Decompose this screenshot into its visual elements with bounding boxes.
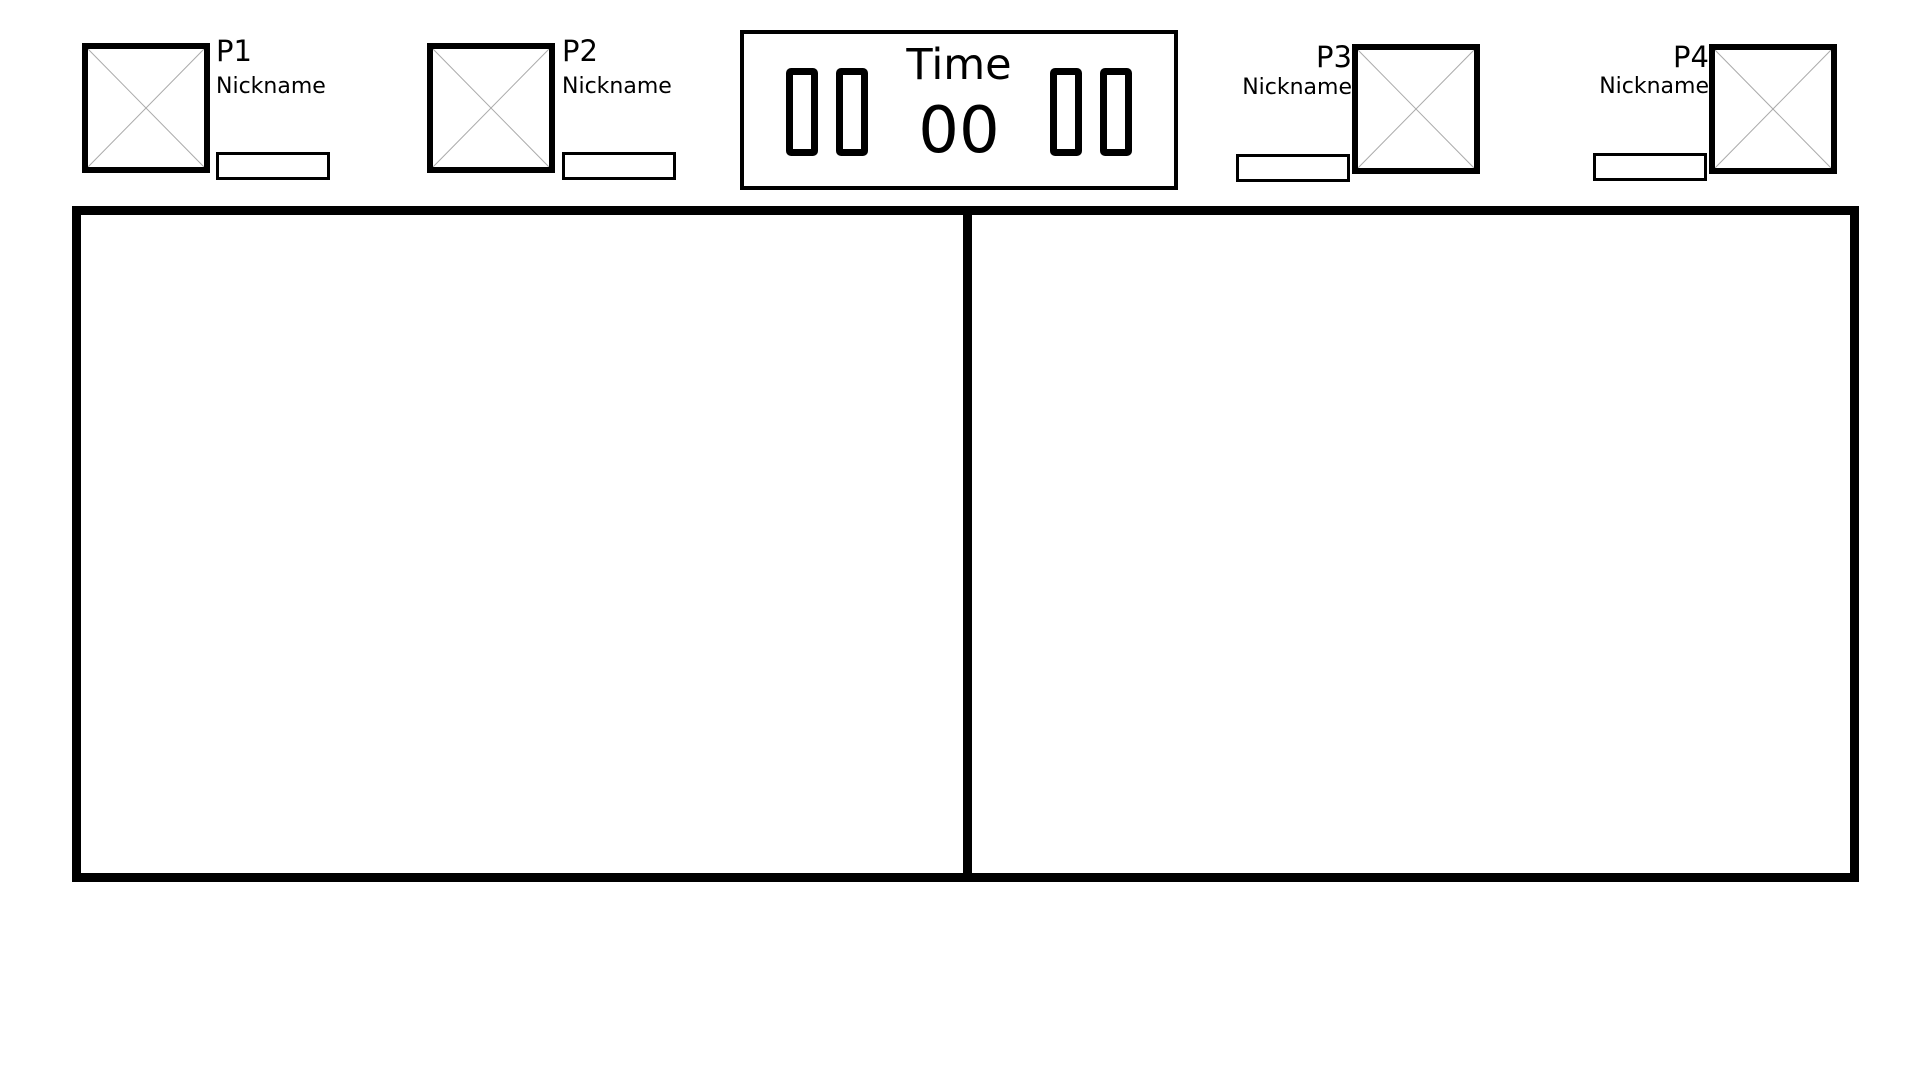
player-4-label: P4 [1673,40,1709,74]
left-score-digit-2 [836,68,868,156]
left-game-pane[interactable] [72,206,972,882]
right-score-digit-1 [1050,68,1082,156]
player-3-name-bar [1236,154,1350,182]
player-4-nickname: Nickname [1599,74,1709,99]
image-placeholder-icon [1358,50,1474,168]
image-placeholder-icon [433,49,549,167]
player-2-avatar [427,43,555,173]
player-3-nickname: Nickname [1242,75,1352,100]
player-4-name-bar [1593,153,1707,181]
player-2-nickname: Nickname [562,74,672,99]
right-game-pane[interactable] [963,206,1859,882]
player-1-nickname: Nickname [216,74,326,99]
player-2-name-bar [562,152,676,180]
right-score-digit-2 [1100,68,1132,156]
player-4-avatar [1709,44,1837,174]
player-3-label: P3 [1316,40,1352,74]
player-1-name-bar [216,152,330,180]
player-1-label: P1 [216,34,252,68]
left-score-digit-1 [786,68,818,156]
game-screen: P1 Nickname P2 Nickname Time 00 P3 Nickn… [0,0,1920,1080]
timer-panel: Time 00 [740,30,1178,190]
player-2-label: P2 [562,34,598,68]
player-3-avatar [1352,44,1480,174]
image-placeholder-icon [1715,50,1831,168]
image-placeholder-icon [88,49,204,167]
player-1-avatar [82,43,210,173]
